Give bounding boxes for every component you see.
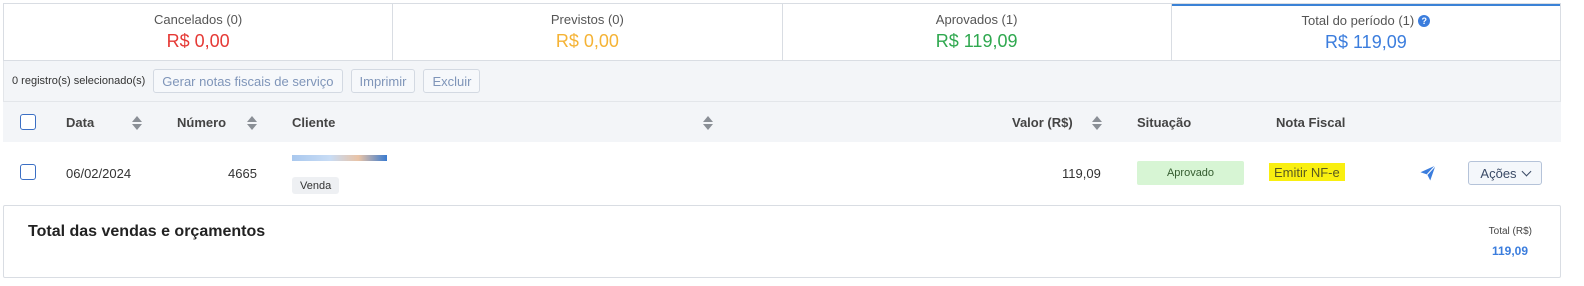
status-badge: Aprovado [1137,161,1244,185]
table-row[interactable]: 06/02/2024 4665 Venda 119,09 Aprovado Em… [3,142,1561,204]
card-total-label-wrap: Total do período (1) ? [1302,13,1431,29]
summary-cards: Cancelados (0) R$ 0,00 Previstos (0) R$ … [3,3,1561,61]
table-header: Data Número Cliente Valor (R$) Situação … [3,101,1561,142]
card-total-value: R$ 119,09 [1325,32,1407,52]
card-cancelados[interactable]: Cancelados (0) R$ 0,00 [4,4,394,60]
row-valor: 119,09 [1062,166,1101,181]
card-previstos-value: R$ 0,00 [555,31,619,51]
totals-label: Total (R$) [1488,226,1532,237]
column-numero[interactable]: Número [177,115,226,130]
card-previstos[interactable]: Previstos (0) R$ 0,00 [393,4,783,60]
totals-title: Total das vendas e orçamentos [28,223,266,240]
card-previstos-label: Previstos (0) [550,12,624,27]
column-situacao: Situação [1137,115,1192,130]
acoes-dropdown-button[interactable]: Ações [1468,161,1542,185]
column-nota-fiscal: Nota Fiscal [1276,115,1346,130]
venda-tag: Venda [292,177,340,194]
card-aprovados-label: Aprovados (1) [935,12,1018,27]
card-total[interactable]: Total do período (1) ? R$ 119,09 [1171,4,1560,60]
bulk-action-bar: 0 registro(s) selecionado(s) Gerar notas… [3,61,1561,101]
sort-icon[interactable] [247,116,257,130]
sort-icon[interactable] [132,116,142,130]
acoes-label: Ações [1480,165,1517,181]
column-data[interactable]: Data [66,115,94,130]
row-checkbox[interactable] [20,164,36,180]
card-total-label: Total do período (1) [1301,13,1415,28]
row-numero: 4665 [228,166,257,181]
sort-icon[interactable] [703,116,713,130]
card-cancelados-label: Cancelados (0) [154,12,243,27]
totals-panel: Total das vendas e orçamentos Total (R$)… [3,205,1561,278]
excluir-button[interactable]: Excluir [423,69,481,93]
row-data: 06/02/2024 [66,166,132,181]
select-all-checkbox[interactable] [20,114,36,130]
selected-count: 0 registro(s) selecionado(s) [12,75,146,87]
card-aprovados-value: R$ 119,09 [935,31,1018,51]
card-aprovados[interactable]: Aprovados (1) R$ 119,09 [783,4,1172,60]
imprimir-button[interactable]: Imprimir [350,69,416,93]
question-circle-icon[interactable]: ? [1418,15,1431,27]
column-cliente[interactable]: Cliente [292,115,335,130]
emitir-nfe-link[interactable]: Emitir NF-e [1269,163,1345,181]
totals-value: 119,09 [1491,244,1528,258]
card-cancelados-value: R$ 0,00 [166,31,230,51]
sort-icon[interactable] [1092,116,1102,130]
client-name-redacted[interactable] [292,155,387,161]
column-valor[interactable]: Valor (R$) [1012,115,1073,130]
gerar-notas-button[interactable]: Gerar notas fiscais de serviço [153,69,343,93]
chevron-down-icon [1521,166,1532,176]
send-icon[interactable] [1419,164,1437,182]
